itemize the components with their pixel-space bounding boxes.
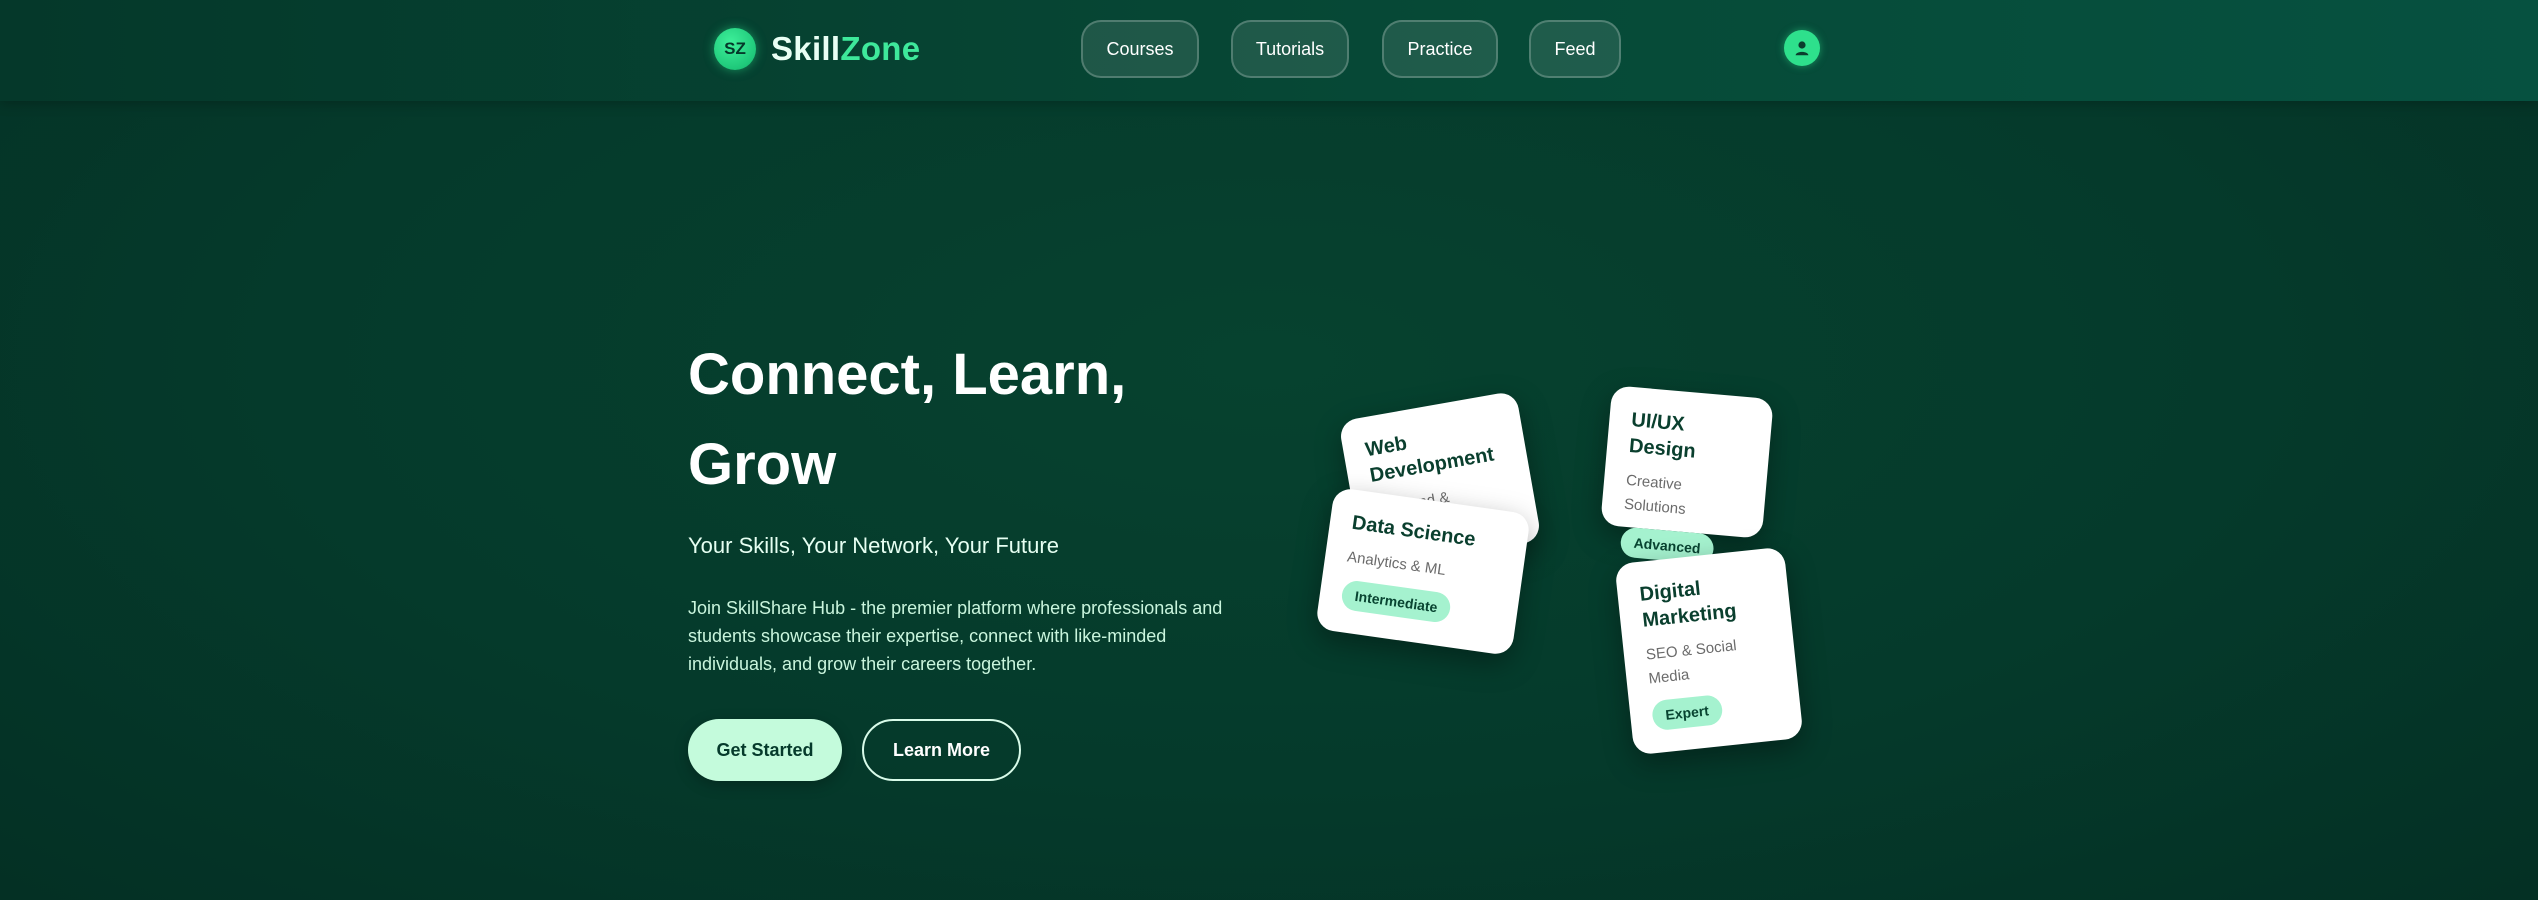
card-title: Digital Marketing [1638,577,1738,632]
nav-tutorials-button[interactable]: Tutorials [1231,20,1349,78]
user-avatar-button[interactable] [1784,30,1820,66]
level-badge: Intermediate [1339,579,1453,625]
skill-card-data-science[interactable]: Data Science Analytics & ML Intermediate [1315,486,1531,657]
hero-title-line2: Grow [688,432,837,497]
card-title: Web Development [1363,432,1496,487]
logo[interactable]: SZ SkillZone [714,27,920,71]
logo-mark: SZ [714,28,756,70]
user-icon [1795,41,1809,56]
hero-title-line1: Connect, Learn, [688,342,1127,407]
skill-card-ui-ux-design[interactable]: UI/UX Design Creative Solutions Advanced [1600,385,1774,565]
card-subtitle: Creative Solutions [1623,471,1687,519]
skill-card-digital-marketing[interactable]: Digital Marketing SEO & Social Media Exp… [1614,546,1804,756]
top-navbar: SZ SkillZone Courses Tutorials Practice … [0,0,2538,101]
hero-description: Join SkillShare Hub - the premier platfo… [688,598,1223,674]
hero-title: Connect, Learn, Grow [688,330,1248,510]
learn-more-button[interactable]: Learn More [862,719,1021,781]
get-started-button[interactable]: Get Started [688,719,842,781]
card-subtitle: SEO & Social Media [1645,637,1738,688]
nav-practice-button[interactable]: Practice [1382,20,1498,78]
card-title: UI/UX Design [1628,409,1697,463]
nav-courses-button[interactable]: Courses [1081,20,1199,78]
logo-text-zone: Zone [840,30,921,67]
logo-text: SkillZone [771,30,920,68]
level-badge: Expert [1650,694,1724,732]
hero-subtitle: Your Skills, Your Network, Your Future [688,533,1059,558]
nav-feed-button[interactable]: Feed [1529,20,1621,78]
logo-text-skill: Skill [771,30,841,67]
